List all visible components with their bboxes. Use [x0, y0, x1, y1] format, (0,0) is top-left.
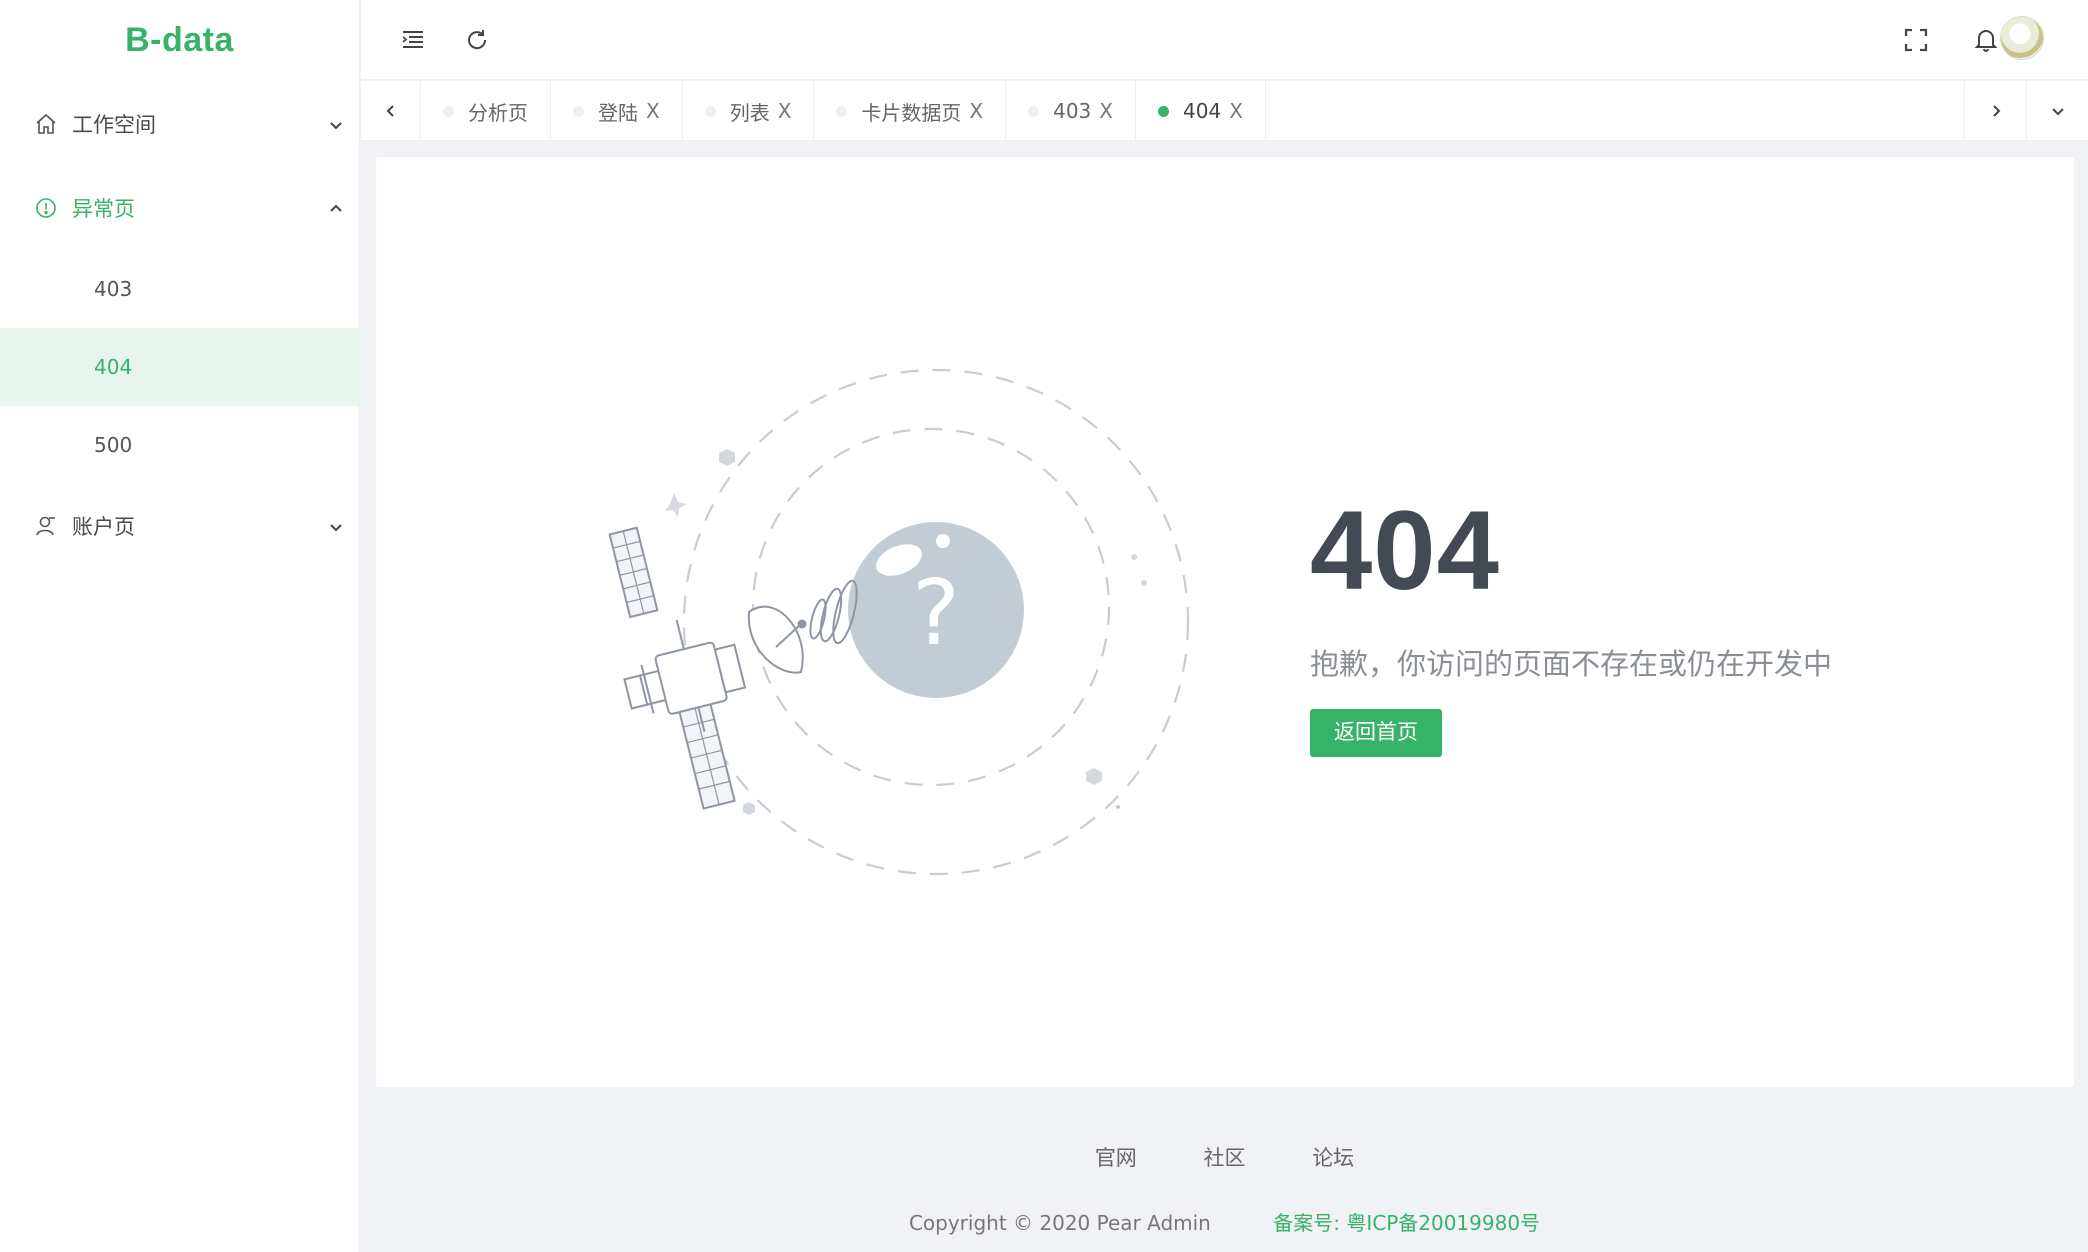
tab-label: 卡片数据页 [861, 100, 962, 125]
tab-403[interactable]: 403 X [1006, 81, 1136, 140]
user-icon [34, 514, 58, 538]
close-icon[interactable]: X [1229, 99, 1243, 123]
beian-link[interactable]: 备案号: 粤ICP备20019980号 [1273, 1211, 1540, 1235]
chevron-right-icon [1992, 105, 2000, 117]
tab-list-page[interactable]: 列表 X [683, 81, 815, 140]
copyright: Copyright © 2020 Pear Admin 备案号: 粤ICP备20… [361, 1207, 2088, 1236]
fullscreen-icon[interactable] [1898, 22, 1934, 58]
top-header [361, 0, 2088, 80]
satellite-question-illustration: ? [608, 368, 1190, 876]
home-icon [34, 112, 58, 136]
tab-label: 分析页 [468, 100, 528, 125]
close-icon[interactable]: X [778, 99, 792, 123]
sidebar: B-data 工作空间 异常页 403 404 500 账户页 [0, 0, 360, 1252]
chevron-down-icon [327, 517, 345, 535]
chevron-down-icon [2051, 108, 2064, 116]
tab-bar: 分析页 登陆 X 列表 X 卡片数据页 X 403 X 404 X [361, 81, 2088, 141]
copyright-text: Copyright © 2020 Pear Admin [908, 1211, 1211, 1235]
avatar[interactable] [2000, 16, 2044, 60]
tab-label: 403 [1053, 99, 1092, 123]
sidebar-item-label: 工作空间 [72, 113, 156, 137]
close-icon[interactable]: X [646, 99, 660, 123]
menu-fold-icon[interactable] [395, 22, 431, 58]
tab-analysis[interactable]: 分析页 [421, 81, 551, 140]
sidebar-subitem-403[interactable]: 403 [0, 250, 359, 328]
tab-dot [573, 105, 584, 117]
tab-prev-button[interactable] [361, 81, 421, 141]
tab-dot [443, 105, 454, 117]
sidebar-item-exception[interactable]: 异常页 [0, 166, 359, 250]
footer-link-community[interactable]: 社区 [1204, 1146, 1246, 1170]
error-code: 404 [1310, 488, 1500, 613]
tab-label: 列表 [729, 100, 770, 125]
close-icon[interactable]: X [1099, 99, 1113, 123]
tab-label: 登陆 [598, 100, 638, 125]
footer-links: 官网 社区 论坛 [361, 1142, 2088, 1172]
tab-dropdown-button[interactable] [2026, 81, 2088, 141]
tab-dot [1158, 105, 1169, 117]
tab-404[interactable]: 404 X [1136, 81, 1266, 140]
footer-link-official[interactable]: 官网 [1095, 1146, 1137, 1170]
logo[interactable]: B-data [0, 0, 359, 80]
back-home-button[interactable]: 返回首页 [1310, 709, 1442, 757]
tab-card-data[interactable]: 卡片数据页 X [814, 81, 1007, 140]
tab-login[interactable]: 登陆 X [551, 81, 683, 140]
tab-dot [1028, 105, 1040, 117]
tab-list: 分析页 登陆 X 列表 X 卡片数据页 X 403 X 404 X [421, 81, 1964, 140]
tab-dot [836, 105, 848, 117]
sidebar-subitem-500[interactable]: 500 [0, 406, 359, 484]
alert-icon [34, 196, 58, 220]
refresh-icon[interactable] [459, 22, 495, 58]
app-root: B-data 工作空间 异常页 403 404 500 账户页 分析页 登陆 X… [0, 0, 2088, 1252]
sidebar-subitem-404[interactable]: 404 [0, 328, 359, 406]
sidebar-item-account[interactable]: 账户页 [0, 484, 359, 568]
footer-link-forum[interactable]: 论坛 [1312, 1146, 1354, 1170]
tab-bar-right [1964, 81, 2088, 141]
sidebar-item-workspace[interactable]: 工作空间 [0, 82, 359, 166]
content-card: ? 404 抱歉，你访问的页面不存在或仍在开发中 返回首页 [376, 157, 2074, 1087]
tab-next-button[interactable] [1964, 81, 2026, 141]
sidebar-menu: 工作空间 异常页 403 404 500 账户页 [0, 82, 359, 568]
close-icon[interactable]: X [969, 99, 983, 123]
bell-icon[interactable] [1968, 22, 2004, 58]
chevron-left-icon [386, 105, 394, 117]
error-message: 抱歉，你访问的页面不存在或仍在开发中 [1310, 647, 1833, 681]
chevron-up-icon [327, 199, 345, 217]
svg-text:?: ? [912, 561, 960, 666]
error-panel: 404 抱歉，你访问的页面不存在或仍在开发中 返回首页 [1310, 495, 1832, 757]
sidebar-item-label: 账户页 [72, 515, 135, 539]
tab-dot [704, 105, 716, 117]
chevron-down-icon [327, 115, 345, 133]
tab-label: 404 [1183, 99, 1222, 123]
sidebar-item-label: 异常页 [72, 197, 135, 221]
